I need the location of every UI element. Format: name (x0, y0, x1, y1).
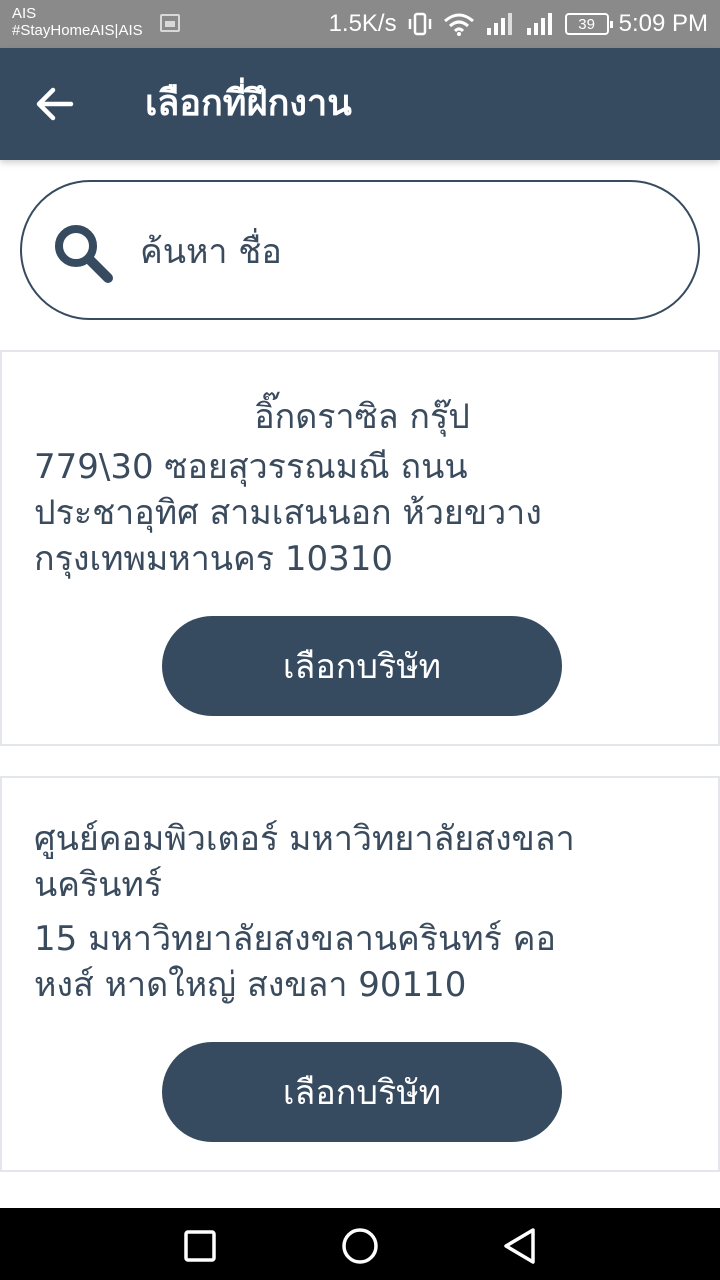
recent-apps-button[interactable] (180, 1226, 220, 1266)
carrier-tagline: #StayHomeAIS|AIS (12, 22, 143, 39)
vibrate-icon (407, 12, 433, 36)
company-name: ศูนย์คอมพิวเตอร์ มหาวิทยาลัยสงขลา นครินท… (34, 816, 694, 908)
back-nav-button[interactable] (500, 1226, 540, 1266)
company-name-line: นครินทร์ (34, 865, 163, 905)
search-bar[interactable] (20, 180, 700, 320)
status-bar: AIS #StayHomeAIS|AIS 1.5K/s 39 5:09 PM (0, 0, 720, 48)
select-company-button[interactable]: เลือกบริษัท (162, 616, 562, 716)
image-icon (160, 14, 180, 32)
address-line: ประชาอุทิศ สามเสนนอก ห้วยขวาง (34, 493, 542, 533)
company-card: ศูนย์คอมพิวเตอร์ มหาวิทยาลัยสงขลา นครินท… (0, 776, 720, 1172)
home-button[interactable] (340, 1226, 380, 1266)
page-title: เลือกที่ฝึกงาน (145, 83, 352, 124)
status-indicators: 1.5K/s 39 5:09 PM (329, 0, 708, 48)
carrier-name: AIS (12, 5, 37, 22)
carrier-label: AIS #StayHomeAIS|AIS (12, 5, 143, 39)
system-nav-bar (0, 1208, 720, 1280)
app-bar: เลือกที่ฝึกงาน (0, 48, 720, 160)
address-line: 15 มหาวิทยาลัยสงขลานครินทร์ คอ (34, 919, 556, 959)
company-address: 779\30 ซอยสุวรรณมณี ถนน ประชาอุทิศ สามเส… (34, 444, 694, 582)
address-line: กรุงเทพมหานคร 10310 (34, 539, 394, 579)
select-company-button[interactable]: เลือกบริษัท (162, 1042, 562, 1142)
back-button[interactable] (30, 82, 80, 126)
signal-icon (525, 12, 555, 36)
battery-icon: 39 (564, 13, 613, 35)
arrow-left-icon (36, 87, 74, 121)
clock: 5:09 PM (618, 10, 708, 37)
company-name: อิ๊กดราซิล กรุ๊ป (254, 397, 470, 437)
recent-apps-icon (184, 1230, 216, 1262)
company-card: อิ๊กดราซิล กรุ๊ป 779\30 ซอยสุวรรณมณี ถนน… (0, 350, 720, 746)
signal-icon (485, 12, 515, 36)
network-speed: 1.5K/s (328, 10, 397, 37)
search-icon (55, 225, 113, 283)
company-name-line: ศูนย์คอมพิวเตอร์ มหาวิทยาลัยสงขลา (34, 819, 575, 859)
wifi-icon (443, 12, 475, 36)
home-icon (342, 1228, 378, 1264)
address-line: หงส์ หาดใหญ่ สงขลา 90110 (34, 965, 467, 1005)
back-icon (504, 1228, 535, 1264)
search-input[interactable] (140, 220, 660, 284)
company-address: 15 มหาวิทยาลัยสงขลานครินทร์ คอ หงส์ หาดใ… (34, 916, 694, 1008)
address-line: 779\30 ซอยสุวรรณมณี ถนน (34, 447, 468, 487)
